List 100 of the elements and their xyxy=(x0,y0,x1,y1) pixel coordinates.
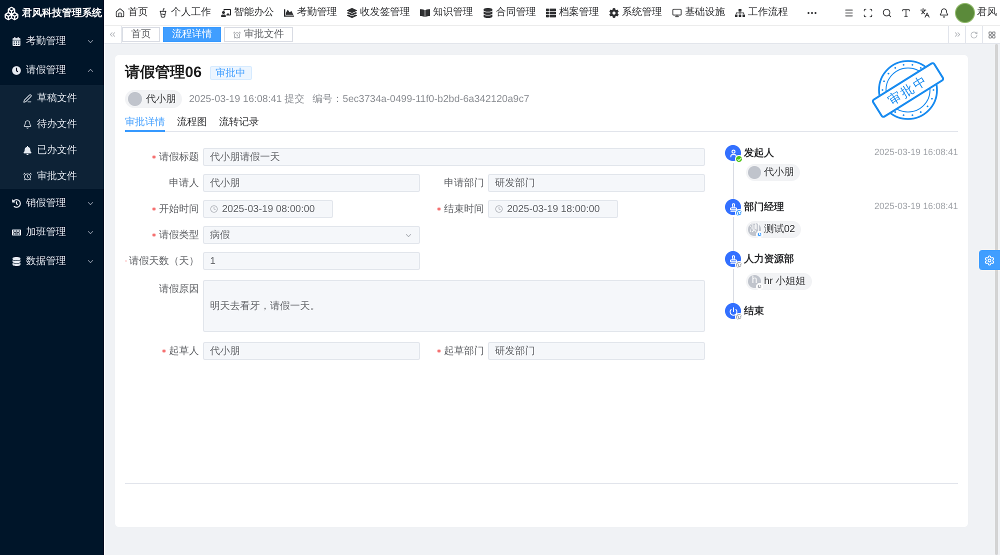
date-input[interactable]: 2025-03-19 08:00:00 xyxy=(203,200,333,218)
database-icon xyxy=(483,8,493,18)
double-chevron-left-icon xyxy=(108,30,117,39)
cup-icon xyxy=(158,8,168,18)
clock-icon xyxy=(12,66,21,75)
text-input[interactable]: 1 xyxy=(203,252,420,270)
sidebar-menu-item[interactable]: 加班管理 xyxy=(0,218,104,247)
refresh-icon xyxy=(970,30,978,38)
field-label: 申请部门 xyxy=(444,176,484,190)
stamp-text: 审批中 xyxy=(885,72,931,108)
avatar-icon xyxy=(748,166,761,179)
text-input[interactable]: 代小朋请假一天 xyxy=(203,148,705,166)
field-label: 请假天数（天） xyxy=(129,254,199,268)
submenu-item[interactable]: 草稿文件 xyxy=(0,85,104,111)
bell-icon[interactable] xyxy=(939,8,949,18)
step-title: 结束 xyxy=(744,304,764,318)
nav-item[interactable]: 个人工作 xyxy=(158,5,211,20)
nav-item[interactable]: 系统管理 xyxy=(609,5,662,20)
detail-tab[interactable]: 流转记录 xyxy=(219,114,259,132)
nav-item[interactable]: 基础设施 xyxy=(672,5,725,20)
area-chart-icon xyxy=(284,8,294,18)
text-input[interactable]: 代小朋 xyxy=(203,342,420,360)
user-name[interactable]: 君风 xyxy=(977,5,997,20)
avatar-photo[interactable] xyxy=(955,2,975,22)
person-name: 测试02 xyxy=(764,222,796,236)
detail-tab[interactable]: 流程图 xyxy=(177,114,207,132)
text-input[interactable]: 研发部门 xyxy=(488,174,705,192)
bell-icon xyxy=(23,146,32,154)
keyboard-icon xyxy=(12,228,21,237)
search-icon[interactable] xyxy=(882,8,892,18)
person-name: hr 小姐姐 xyxy=(764,274,806,288)
text-input[interactable]: 代小朋 xyxy=(203,174,420,192)
field-label: 开始时间 xyxy=(159,202,199,216)
step-title: 部门经理 xyxy=(744,200,784,214)
textarea-field[interactable]: 明天去看牙，请假一天。 xyxy=(203,280,705,332)
sidebar-menu-item[interactable]: 数据管理 xyxy=(0,247,104,276)
submit-time: 2025-03-19 16:08:41 提交 xyxy=(189,92,305,106)
settings-icon xyxy=(984,254,995,266)
grid-icon xyxy=(988,30,996,38)
field-label: 起草人 xyxy=(169,344,199,358)
submenu-item[interactable]: 审批文件 xyxy=(0,163,104,189)
submenu-item[interactable]: 已办文件 xyxy=(0,137,104,163)
sidebar-menu-item[interactable]: 销假管理 xyxy=(0,189,104,218)
status-tag: 审批中 xyxy=(210,66,252,80)
step-title: 人力资源部 xyxy=(744,252,794,266)
field-label: 结束时间 xyxy=(444,202,484,216)
select-field[interactable]: 病假 xyxy=(203,226,420,244)
nav-item[interactable]: 档案管理 xyxy=(546,5,599,20)
avatar: h xyxy=(748,274,761,288)
step-time: 2025-03-19 16:08:41 xyxy=(874,146,958,160)
sidebar-menu-item[interactable]: 请假管理 xyxy=(0,56,104,85)
home-icon xyxy=(115,8,125,18)
nav-item[interactable]: 合同管理 xyxy=(483,5,536,20)
alarm-clock-icon xyxy=(233,30,241,38)
person-name: 代小朋 xyxy=(146,92,176,106)
settings-button[interactable] xyxy=(979,250,1000,270)
page-tab[interactable]: 审批文件 xyxy=(224,27,293,42)
alarm-clock-icon xyxy=(23,172,32,180)
book-icon xyxy=(420,8,430,18)
field-label: 请假原因 xyxy=(159,282,199,296)
presenter-icon xyxy=(221,8,231,18)
nav-item[interactable]: 首页 xyxy=(115,5,148,20)
menu-icon[interactable] xyxy=(844,8,854,18)
fullscreen-icon[interactable] xyxy=(863,8,873,18)
pen-icon xyxy=(23,94,32,102)
avatar: 测 xyxy=(748,222,761,236)
cubes-logo-icon xyxy=(4,6,19,21)
avatar-icon xyxy=(128,92,142,106)
app-title: 君风科技管理系统 xyxy=(22,6,102,21)
nav-item[interactable]: 收发签管理 xyxy=(347,5,410,20)
translate-icon[interactable] xyxy=(920,8,930,18)
power-icon xyxy=(725,303,741,319)
nav-item[interactable]: 知识管理 xyxy=(420,5,473,20)
font-size-icon[interactable] xyxy=(901,8,911,18)
stamp-icon xyxy=(725,199,741,215)
nav-item[interactable]: 智能办公 xyxy=(221,5,274,20)
layers-icon xyxy=(347,8,357,18)
text-input[interactable]: 研发部门 xyxy=(488,342,705,360)
page-tab[interactable]: 首页 xyxy=(122,27,160,42)
user-icon xyxy=(725,145,741,161)
date-input[interactable]: 2025-03-19 18:00:00 xyxy=(488,200,618,218)
list-icon xyxy=(546,8,556,18)
nav-item[interactable]: 考勤管理 xyxy=(284,5,337,20)
submenu-item[interactable]: 待办文件 xyxy=(0,111,104,137)
stamp-icon xyxy=(725,251,741,267)
sidebar-menu-item[interactable]: 考勤管理 xyxy=(0,27,104,56)
scrollbar-thumb[interactable] xyxy=(995,44,998,555)
step-time: 2025-03-19 16:08:41 xyxy=(874,200,958,214)
page-title: 请假管理06 xyxy=(125,62,202,83)
bell-icon xyxy=(23,120,32,128)
step-title: 发起人 xyxy=(744,146,774,160)
serial-number: 编号：5ec3734a-0499-11f0-b2bd-6a342120a9c7 xyxy=(312,92,530,106)
nav-item[interactable]: 工作流程 xyxy=(735,5,788,20)
field-label: 起草部门 xyxy=(444,344,484,358)
field-label: 申请人 xyxy=(169,176,199,190)
history-icon xyxy=(12,199,21,208)
sitemap-icon xyxy=(735,8,745,18)
person-name: 代小朋 xyxy=(764,166,794,180)
clock-icon xyxy=(495,205,503,213)
field-label: 请假标题 xyxy=(159,150,199,164)
